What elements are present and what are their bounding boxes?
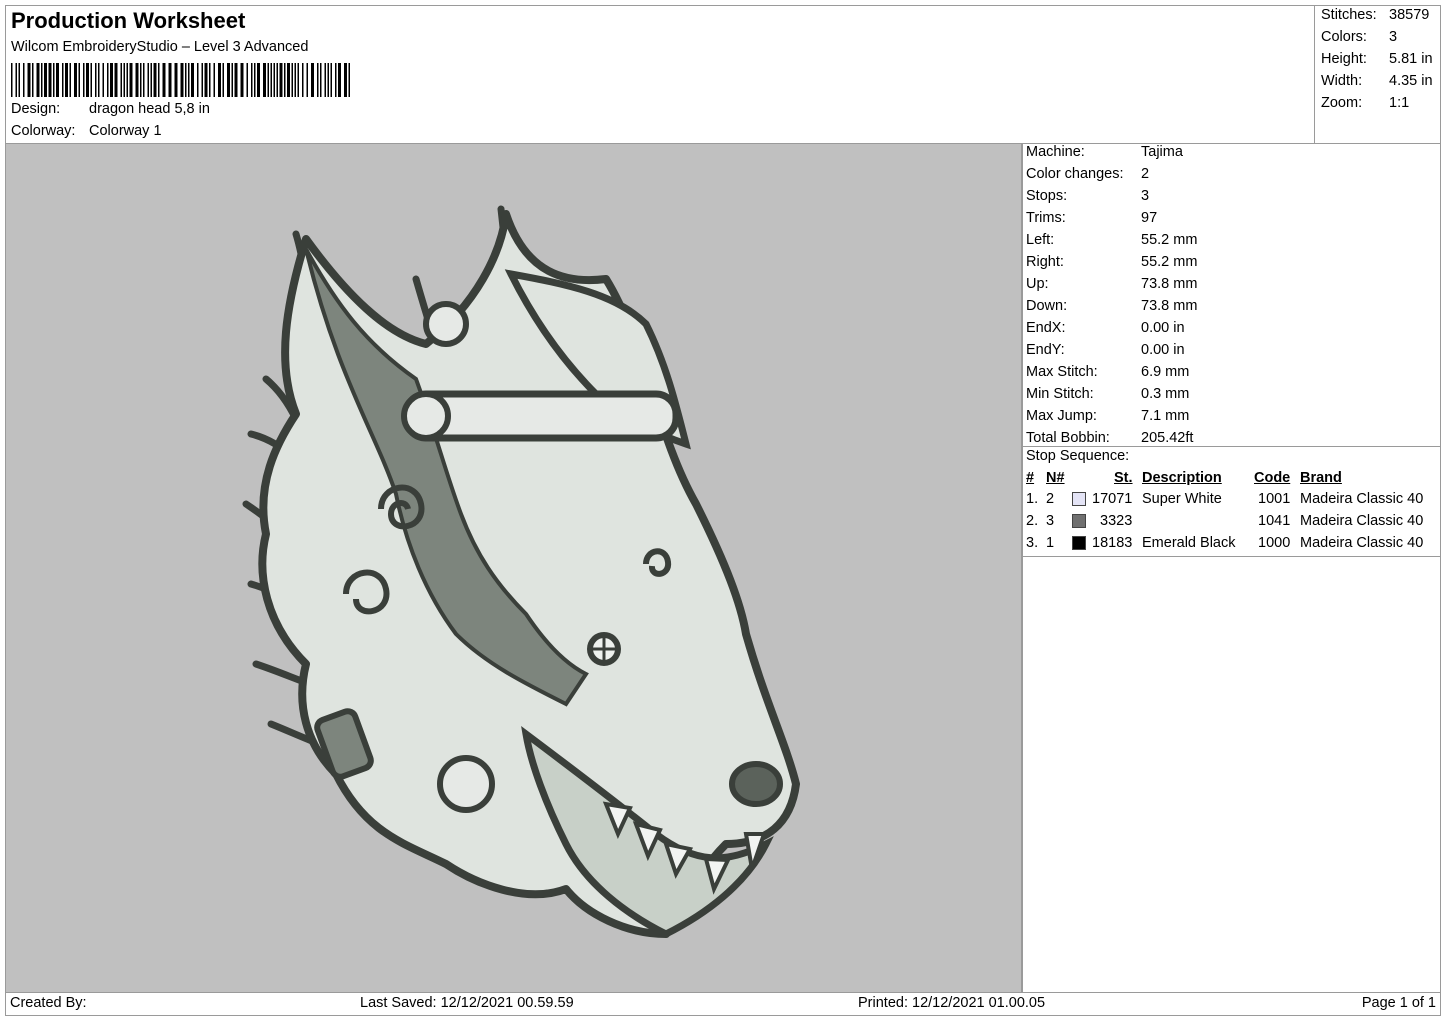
param-value: 2 (1141, 166, 1150, 182)
row-code: 1041 (1258, 513, 1291, 529)
param-endx: EndX: 0.00 in (1026, 320, 1185, 341)
param-label: Down: (1026, 298, 1068, 314)
col-num-header: # (1026, 470, 1035, 486)
row-brand: Madeira Classic 40 (1300, 491, 1424, 507)
param-value: 0.00 in (1141, 320, 1185, 336)
stat-value: 5.81 in (1389, 51, 1433, 67)
row-stitches: 18183 (1092, 535, 1133, 551)
printed-date: Printed: 12/12/2021 01.00.05 (858, 995, 1046, 1011)
param-label: Max Stitch: (1026, 364, 1098, 380)
stat-label: Height: (1321, 51, 1367, 67)
divider (1022, 556, 1440, 557)
param-down: Down: 73.8 mm (1026, 298, 1197, 319)
param-value: 0.00 in (1141, 342, 1185, 358)
row-stitches: 17071 (1092, 491, 1133, 507)
param-value: 97 (1141, 210, 1158, 226)
colorway-label: Colorway: (11, 123, 76, 139)
worksheet-header: Production Worksheet Wilcom EmbroiderySt… (5, 5, 1441, 144)
col-n-header: N# (1046, 470, 1065, 486)
param-stops: Stops: 3 (1026, 188, 1149, 209)
row-stitches: 3323 (1100, 513, 1133, 529)
param-value: 73.8 mm (1141, 276, 1198, 292)
param-label: EndX: (1026, 320, 1066, 336)
param-label: Min Stitch: (1026, 386, 1094, 402)
row-brand: Madeira Classic 40 (1300, 535, 1424, 551)
colorway-value: Colorway 1 (89, 123, 162, 139)
param-label: Left: (1026, 232, 1055, 248)
row-num: 1. (1026, 491, 1039, 507)
param-value: 7.1 mm (1141, 408, 1190, 424)
barcode (11, 63, 350, 97)
created-by: Created By: (10, 995, 87, 1011)
param-value: 55.2 mm (1141, 232, 1198, 248)
machine-parameters-panel: Machine: Tajima Color changes: 2 Stops: 3 T… (1021, 143, 1441, 993)
param-value: 0.3 mm (1141, 386, 1190, 402)
software-name: Wilcom EmbroideryStudio – Level 3 Advanc… (11, 39, 309, 55)
stat-value: 3 (1389, 29, 1398, 45)
param-trims: Trims: 97 (1026, 210, 1157, 231)
stat-label: Stitches: (1321, 7, 1377, 23)
param-value: 6.9 mm (1141, 364, 1190, 380)
col-code-header: Code (1254, 470, 1291, 486)
row-code: 1001 (1258, 491, 1291, 507)
dragon-head-embroidery-image (242, 205, 800, 938)
param-label: Right: (1026, 254, 1064, 270)
param-label: Color changes: (1026, 166, 1124, 182)
stat-value: 38579 (1389, 7, 1430, 23)
param-up: Up: 73.8 mm (1026, 276, 1197, 297)
page-number: Page 1 of 1 (1361, 995, 1436, 1011)
row-brand: Madeira Classic 40 (1300, 513, 1424, 529)
design-preview (5, 143, 1023, 993)
param-label: Max Jump: (1026, 408, 1097, 424)
worksheet-footer: Created By: Last Saved: 12/12/2021 00.59… (5, 992, 1441, 1016)
row-n: 2 (1046, 491, 1055, 507)
param-value: 73.8 mm (1141, 298, 1198, 314)
param-endy: EndY: 0.00 in (1026, 342, 1185, 363)
stat-label: Width: (1321, 73, 1363, 89)
stat-value: 4.35 in (1389, 73, 1433, 89)
param-label: Total Bobbin: (1026, 430, 1110, 446)
row-n: 1 (1046, 535, 1055, 551)
param-max-jump: Max Jump: 7.1 mm (1026, 408, 1189, 429)
param-max-stitch: Max Stitch: 6.9 mm (1026, 364, 1189, 385)
stat-value: 1:1 (1389, 95, 1410, 111)
param-color-changes: Color changes: 2 (1026, 166, 1149, 187)
color-swatch (1072, 514, 1086, 528)
divider (1022, 446, 1440, 447)
param-right: Right: 55.2 mm (1026, 254, 1197, 275)
col-stitches-header: St. (1114, 470, 1133, 486)
param-label: Machine: (1026, 144, 1085, 160)
color-swatch (1072, 492, 1086, 506)
row-n: 3 (1046, 513, 1055, 529)
row-description: Super White (1142, 491, 1222, 507)
param-value: Tajima (1141, 144, 1183, 160)
worksheet-title: Production Worksheet (11, 8, 246, 33)
design-value: dragon head 5,8 in (89, 101, 210, 117)
color-swatch (1072, 536, 1086, 550)
stat-label: Colors: (1321, 29, 1367, 45)
param-value: 55.2 mm (1141, 254, 1198, 270)
param-min-stitch: Min Stitch: 0.3 mm (1026, 386, 1189, 407)
param-label: EndY: (1026, 342, 1065, 358)
param-left: Left: 55.2 mm (1026, 232, 1197, 253)
last-saved: Last Saved: 12/12/2021 00.59.59 (360, 995, 574, 1011)
row-description: Emerald Black (1142, 535, 1236, 551)
log-bar-shape (401, 390, 680, 442)
col-description-header: Description (1142, 470, 1222, 486)
param-label: Trims: (1026, 210, 1066, 226)
row-num: 2. (1026, 513, 1039, 529)
stats-panel: Stitches: 38579 Colors: 3 Height: 5.81 i… (1314, 5, 1443, 144)
stop-sequence-title: Stop Sequence: (1026, 448, 1130, 464)
row-code: 1000 (1258, 535, 1291, 551)
param-label: Up: (1026, 276, 1049, 292)
design-label: Design: (11, 101, 61, 117)
stat-label: Zoom: (1321, 95, 1363, 111)
col-brand-header: Brand (1300, 470, 1342, 486)
row-num: 3. (1026, 535, 1039, 551)
param-value: 205.42ft (1141, 430, 1194, 446)
param-machine: Machine: Tajima (1026, 144, 1183, 165)
param-label: Stops: (1026, 188, 1068, 204)
param-value: 3 (1141, 188, 1150, 204)
